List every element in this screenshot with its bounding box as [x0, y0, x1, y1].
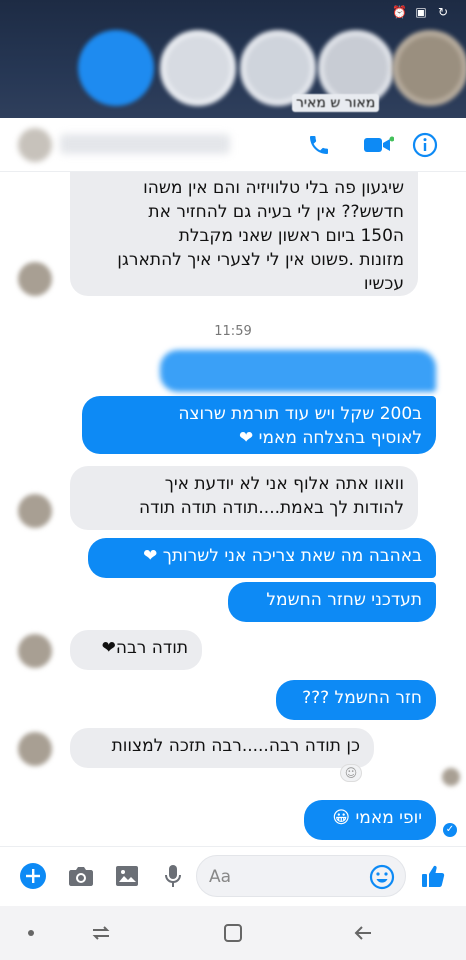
incoming-message[interactable]: כן תודה רבה.....רבה תזכה למצוות — [70, 728, 374, 768]
back-icon[interactable] — [350, 920, 376, 946]
incoming-message[interactable]: שיגעון פה בלי טלוויזיה והם אין משהו חדשש… — [70, 172, 418, 296]
avatar — [18, 732, 52, 766]
avatar — [18, 494, 52, 528]
outgoing-message[interactable]: ב200 שקל ויש עוד תורמת שרוצה לאוסיף בהצל… — [82, 396, 436, 454]
message-input-box[interactable] — [196, 855, 406, 897]
chat-head-contact[interactable] — [392, 30, 466, 106]
alarm-icon: ⏰ — [392, 5, 407, 19]
home-icon[interactable] — [220, 920, 246, 946]
camera-icon[interactable] — [66, 861, 96, 891]
chat-head-messenger[interactable] — [78, 30, 154, 106]
microphone-icon[interactable] — [158, 861, 188, 891]
image-icon[interactable] — [112, 861, 142, 891]
message-input[interactable] — [209, 864, 359, 890]
message-timestamp: 11:59 — [214, 324, 252, 339]
avatar[interactable] — [18, 128, 52, 162]
sync-icon: ↻ — [437, 5, 449, 19]
avatar — [18, 634, 52, 668]
gallery-icon: ▣ — [415, 5, 427, 19]
outgoing-message[interactable]: תעדכני שחזר החשמל — [228, 582, 436, 622]
plus-icon[interactable] — [18, 861, 48, 891]
add-reaction-icon[interactable]: ☺ — [340, 764, 362, 782]
message-list[interactable]: שיגעון פה בלי טלוויזיה והם אין משהו חדשש… — [0, 172, 466, 846]
system-navigation-bar — [0, 906, 466, 960]
dot-icon[interactable] — [18, 920, 44, 946]
recents-icon[interactable] — [88, 920, 114, 946]
read-receipt-avatar — [442, 768, 460, 786]
phone-icon[interactable] — [304, 130, 334, 160]
emoji-icon[interactable] — [369, 864, 395, 890]
like-icon[interactable] — [418, 861, 448, 891]
chat-head-contact[interactable] — [160, 30, 236, 106]
outgoing-message[interactable]: יופי מאמי 😀 — [304, 800, 436, 840]
chat-heads-area: ⏰ ▣ ↻ מאור ש מאיר — [0, 0, 466, 118]
incoming-message[interactable]: תודה רבה❤ — [70, 630, 202, 670]
outgoing-message[interactable]: באהבה מה שאת צריכה אני לשרותך ❤ — [88, 538, 436, 578]
outgoing-message-redacted[interactable] — [160, 350, 436, 392]
chat-head-caption: מאור ש מאיר — [292, 94, 380, 112]
avatar — [18, 262, 52, 296]
composer-bar — [0, 846, 466, 906]
video-call-icon[interactable] — [360, 130, 396, 160]
outgoing-message[interactable]: חזר החשמל ??? — [276, 680, 436, 720]
incoming-message[interactable]: וואוו אתה אלוף אני לא יודעת איך להודות ל… — [70, 466, 418, 530]
status-bar: ⏰ ▣ ↻ — [0, 0, 466, 24]
info-icon[interactable] — [410, 130, 440, 160]
delivered-check-icon: ✓ — [443, 823, 457, 837]
conversation-header — [0, 118, 466, 172]
contact-name[interactable] — [60, 134, 230, 154]
